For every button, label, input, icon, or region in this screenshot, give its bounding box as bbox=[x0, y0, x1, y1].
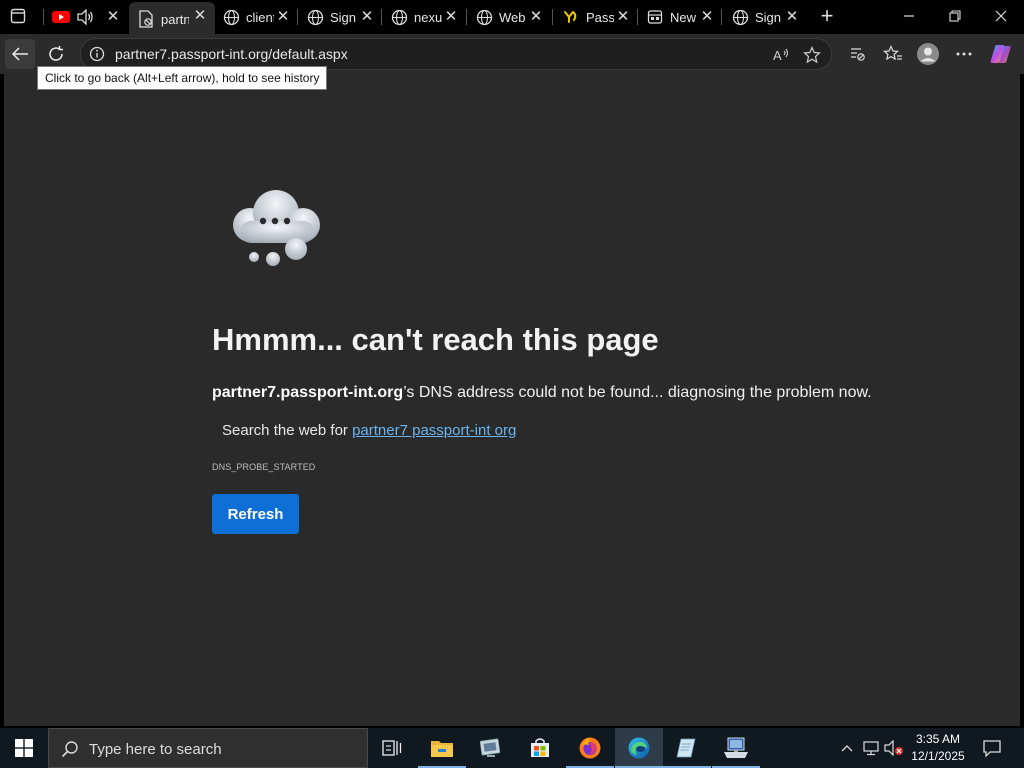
windows-taskbar: Type here to search 3:35 AM 12/1/2025 bbox=[0, 728, 1024, 768]
close-tab-icon[interactable]: ✕ bbox=[616, 9, 630, 24]
tab-divider bbox=[381, 9, 382, 25]
error-description-text: ’s DNS address could not be found... dia… bbox=[403, 384, 872, 401]
remote-desktop-icon[interactable] bbox=[712, 728, 760, 768]
media-player-icon[interactable] bbox=[467, 728, 515, 768]
tab-divider bbox=[552, 9, 553, 25]
tab-actions-icon[interactable] bbox=[10, 8, 30, 26]
close-tab-icon[interactable]: ✕ bbox=[700, 9, 714, 24]
close-tab-icon[interactable]: ✕ bbox=[193, 8, 207, 23]
reload-button[interactable] bbox=[41, 39, 71, 69]
taskbar-search-placeholder: Type here to search bbox=[89, 741, 222, 758]
tab-label: partner7.passport-int.org/default.aspx bbox=[161, 11, 189, 27]
tab-label: nexus bbox=[414, 9, 442, 25]
task-view-icon[interactable] bbox=[368, 728, 416, 768]
close-tab-icon[interactable]: ✕ bbox=[360, 9, 374, 24]
tab-strip: ✕ partner7.passport-int.org/default.aspx… bbox=[0, 0, 1024, 36]
tab-web[interactable]: Web ✕ bbox=[467, 3, 551, 31]
show-hidden-icons-chevron-icon[interactable] bbox=[836, 728, 858, 768]
tab-passport[interactable]: Passport ✕ bbox=[554, 3, 638, 31]
search-web-link[interactable]: partner7 passport-int org bbox=[352, 422, 516, 439]
new-tab-button[interactable]: + bbox=[816, 5, 838, 28]
newtab-icon bbox=[646, 8, 664, 26]
search-icon bbox=[61, 740, 79, 758]
close-window-button[interactable] bbox=[978, 0, 1024, 32]
tab-divider bbox=[297, 9, 298, 25]
tab-label: Web bbox=[499, 9, 526, 25]
copilot-icon[interactable] bbox=[986, 39, 1016, 69]
volume-muted-icon[interactable] bbox=[882, 728, 906, 768]
tab-divider bbox=[637, 9, 638, 25]
search-prefix: Search the web for bbox=[222, 422, 353, 439]
passport-icon bbox=[562, 8, 580, 26]
firefox-icon[interactable] bbox=[566, 728, 614, 768]
tab-label: Sign in bbox=[330, 9, 358, 25]
tab-label: Passport bbox=[586, 9, 614, 25]
close-tab-icon[interactable]: ✕ bbox=[106, 9, 120, 24]
tab-sign-in-2[interactable]: Sign in ✕ bbox=[723, 3, 807, 31]
read-aloud-icon[interactable]: A bbox=[773, 46, 791, 64]
error-description: partner7.passport-int.org’s DNS address … bbox=[212, 384, 872, 402]
tab-nexus[interactable]: nexus ✕ bbox=[382, 3, 466, 31]
file-explorer-icon[interactable] bbox=[418, 728, 466, 768]
notifications-icon[interactable] bbox=[978, 728, 1006, 768]
error-title: Hmmm... can't reach this page bbox=[212, 322, 659, 357]
tab-new-tab[interactable]: New tab ✕ bbox=[638, 3, 722, 31]
tab-divider bbox=[466, 9, 467, 25]
close-tab-icon[interactable]: ✕ bbox=[529, 9, 543, 24]
address-text[interactable]: partner7.passport-int.org/default.aspx bbox=[115, 46, 348, 62]
error-host: partner7.passport-int.org bbox=[212, 384, 404, 401]
tab-label: New tab bbox=[670, 9, 698, 25]
error-code: DNS_PROBE_STARTED bbox=[212, 462, 316, 472]
taskbar-clock[interactable]: 3:35 AM 12/1/2025 bbox=[906, 731, 970, 765]
clock-time: 3:35 AM bbox=[915, 732, 961, 746]
close-tab-icon[interactable]: ✕ bbox=[276, 9, 290, 24]
more-options-icon[interactable] bbox=[949, 39, 979, 69]
youtube-icon bbox=[52, 8, 70, 26]
edge-icon[interactable] bbox=[615, 728, 663, 768]
globe-icon bbox=[222, 8, 240, 26]
back-button-tooltip: Click to go back (Alt+Left arrow), hold … bbox=[37, 66, 328, 90]
error-page-icon bbox=[137, 10, 155, 28]
restore-button[interactable] bbox=[932, 0, 978, 32]
globe-icon bbox=[731, 8, 749, 26]
globe-icon bbox=[306, 8, 324, 26]
speaker-icon[interactable] bbox=[76, 8, 94, 26]
clock-date: 12/1/2025 bbox=[911, 749, 965, 763]
notepad-icon[interactable] bbox=[663, 728, 711, 768]
tab-client[interactable]: client ✕ bbox=[214, 3, 298, 31]
tab-label: Sign in bbox=[755, 9, 783, 25]
minimize-button[interactable] bbox=[886, 0, 932, 32]
favorite-star-icon[interactable] bbox=[803, 46, 821, 64]
close-tab-icon[interactable]: ✕ bbox=[444, 9, 458, 24]
cloud-thinking-icon bbox=[218, 183, 334, 271]
favorites-icon[interactable] bbox=[878, 39, 908, 69]
globe-icon bbox=[475, 8, 493, 26]
refresh-button[interactable]: Refresh bbox=[212, 494, 299, 534]
tab-label: client bbox=[246, 9, 274, 25]
tab-active-partner7[interactable]: partner7.passport-int.org/default.aspx ✕ bbox=[129, 2, 215, 36]
microsoft-store-icon[interactable] bbox=[516, 728, 564, 768]
info-icon[interactable] bbox=[89, 46, 105, 62]
close-tab-icon[interactable]: ✕ bbox=[785, 9, 799, 24]
start-button[interactable] bbox=[0, 728, 48, 768]
globe-icon bbox=[390, 8, 408, 26]
svg-text:A: A bbox=[773, 48, 782, 63]
tab-divider bbox=[721, 9, 722, 25]
network-icon[interactable] bbox=[860, 728, 882, 768]
back-button[interactable] bbox=[5, 39, 35, 69]
tab-sign-in[interactable]: Sign in ✕ bbox=[298, 3, 382, 31]
taskbar-search-box[interactable]: Type here to search bbox=[48, 728, 368, 768]
search-suggestion: Search the web for partner7 passport-int… bbox=[222, 422, 516, 439]
tab-youtube[interactable]: ✕ bbox=[44, 3, 128, 31]
tab-divider bbox=[43, 9, 44, 25]
browser-essentials-icon[interactable] bbox=[842, 39, 872, 69]
profile-avatar[interactable] bbox=[913, 39, 943, 69]
